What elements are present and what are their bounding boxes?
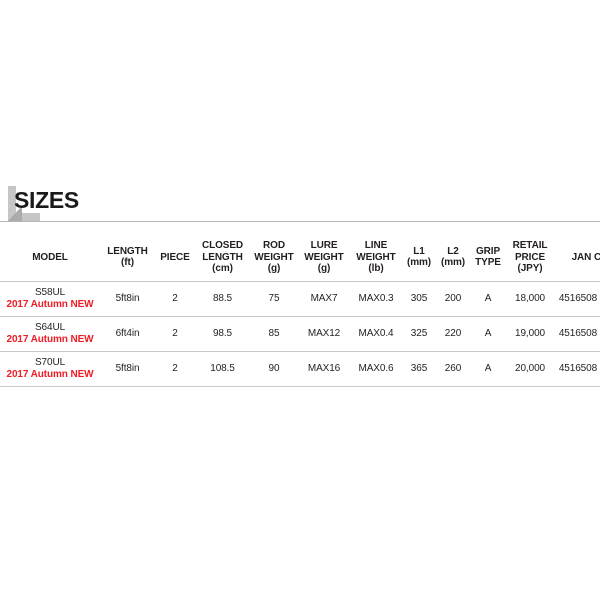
column-header-unit: (cm) (212, 263, 233, 274)
column-header-label: GRIP TYPE (475, 245, 501, 269)
cell-piece: 2 (155, 351, 195, 387)
cell-l2: 200 (436, 281, 470, 317)
sizes-spec-table: MODEL LENGTH (ft) PIECE CLOSED LENGTH (c… (0, 237, 600, 387)
new-badge: 2017 Autumn NEW (6, 333, 94, 345)
cell-lure-weight: MAX7 (298, 281, 350, 317)
column-header-label: CLOSED LENGTH (201, 240, 244, 263)
column-header-length: LENGTH (ft) (100, 237, 155, 282)
cell-length: 6ft4in (100, 316, 155, 352)
cell-jan-code: 4516508 16972 0 (554, 281, 600, 317)
table-header: MODEL LENGTH (ft) PIECE CLOSED LENGTH (c… (0, 237, 600, 282)
page-title: SIZES (14, 187, 79, 213)
column-header-closed-length: CLOSED LENGTH (cm) (195, 237, 250, 282)
model-name: S58UL (34, 286, 66, 298)
table-row: S58UL 2017 Autumn NEW 5ft8in 2 88.5 75 M… (0, 281, 600, 317)
header-divider (0, 221, 600, 222)
new-badge: 2017 Autumn NEW (6, 368, 94, 380)
cell-jan-code: 4516508 16973 7 (554, 316, 600, 352)
column-header-unit: (g) (267, 263, 281, 274)
cell-jan-code: 4516508 16974 4 (554, 351, 600, 387)
column-header-piece: PIECE (155, 237, 195, 282)
cell-closed-length: 98.5 (195, 316, 250, 352)
cell-grip-type: A (470, 351, 506, 387)
cell-piece: 2 (155, 281, 195, 317)
column-header-unit: (mm) (440, 257, 466, 269)
cell-piece: 2 (155, 316, 195, 352)
cell-rod-weight: 75 (250, 281, 298, 317)
column-header-label: PIECE (160, 251, 190, 263)
cell-model: S58UL 2017 Autumn NEW (0, 281, 100, 317)
column-header-label: ROD WEIGHT (254, 240, 294, 263)
cell-retail-price: 19,000 (506, 316, 554, 352)
column-header-l1: L1 (mm) (402, 237, 436, 282)
cell-rod-weight: 90 (250, 351, 298, 387)
cell-lure-weight: MAX12 (298, 316, 350, 352)
cell-model: S64UL 2017 Autumn NEW (0, 316, 100, 352)
column-header-label: LURE WEIGHT (304, 240, 344, 263)
sizes-section-header: SIZES (0, 186, 600, 228)
column-header-rod-weight: ROD WEIGHT (g) (250, 237, 298, 282)
column-header-jan-code: JAN CODE (554, 237, 600, 282)
column-header-model: MODEL (0, 237, 100, 282)
column-header-label: MODEL (32, 251, 68, 263)
cell-length: 5ft8in (100, 351, 155, 387)
model-name: S64UL (34, 321, 66, 333)
cell-l2: 260 (436, 351, 470, 387)
column-header-unit: (lb) (368, 263, 384, 274)
cell-closed-length: 88.5 (195, 281, 250, 317)
cell-retail-price: 18,000 (506, 281, 554, 317)
column-header-lure-weight: LURE WEIGHT (g) (298, 237, 350, 282)
column-header-label: L1 (413, 245, 425, 257)
table-row: S70UL 2017 Autumn NEW 5ft8in 2 108.5 90 … (0, 351, 600, 387)
cell-rod-weight: 85 (250, 316, 298, 352)
cell-line-weight: MAX0.4 (350, 316, 402, 352)
cell-line-weight: MAX0.6 (350, 351, 402, 387)
cell-l1: 305 (402, 281, 436, 317)
cell-retail-price: 20,000 (506, 351, 554, 387)
cell-closed-length: 108.5 (195, 351, 250, 387)
cell-model: S70UL 2017 Autumn NEW (0, 351, 100, 387)
cell-l2: 220 (436, 316, 470, 352)
column-header-unit: (mm) (406, 257, 432, 269)
cell-grip-type: A (470, 281, 506, 317)
cell-l1: 325 (402, 316, 436, 352)
model-name: S70UL (34, 356, 66, 368)
column-header-line-weight: LINE WEIGHT (lb) (350, 237, 402, 282)
column-header-unit: (g) (317, 263, 331, 274)
column-header-label: LINE WEIGHT (356, 240, 396, 263)
column-header-retail-price: RETAIL PRICE (JPY) (506, 237, 554, 282)
column-header-unit: (JPY) (517, 263, 543, 274)
table-body: S58UL 2017 Autumn NEW 5ft8in 2 88.5 75 M… (0, 281, 600, 387)
column-header-grip-type: GRIP TYPE (470, 237, 506, 282)
new-badge: 2017 Autumn NEW (6, 298, 94, 310)
column-header-label: JAN CODE (571, 251, 600, 263)
column-header-l2: L2 (mm) (436, 237, 470, 282)
column-header-label: LENGTH (107, 245, 148, 257)
cell-line-weight: MAX0.3 (350, 281, 402, 317)
page-root: SIZES MODEL LENGTH (ft) PIECE CLOSED LEN… (0, 0, 600, 600)
column-header-label: RETAIL PRICE (512, 240, 548, 263)
table-row: S64UL 2017 Autumn NEW 6ft4in 2 98.5 85 M… (0, 316, 600, 352)
cell-l1: 365 (402, 351, 436, 387)
cell-grip-type: A (470, 316, 506, 352)
column-header-unit: (ft) (121, 257, 134, 269)
column-header-label: L2 (447, 245, 459, 257)
cell-lure-weight: MAX16 (298, 351, 350, 387)
cell-length: 5ft8in (100, 281, 155, 317)
table-header-row: MODEL LENGTH (ft) PIECE CLOSED LENGTH (c… (0, 237, 600, 282)
